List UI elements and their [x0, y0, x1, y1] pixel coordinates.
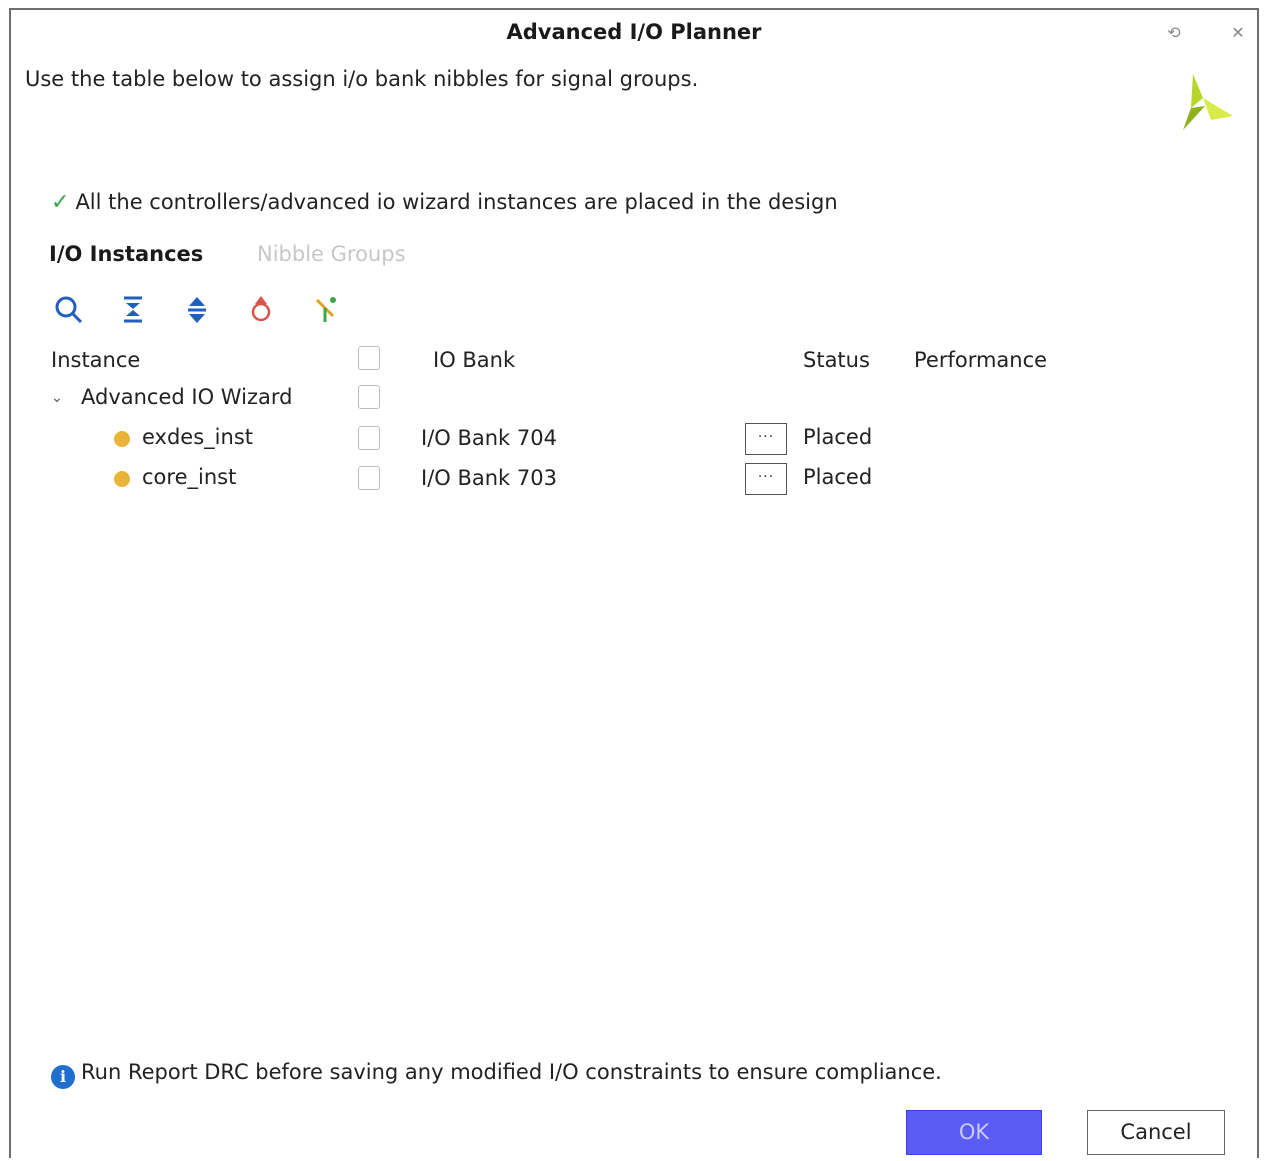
close-icon[interactable]: ✕	[1225, 20, 1251, 46]
chevron-down-icon[interactable]: ⌄	[51, 390, 63, 406]
auto-place-button[interactable]	[243, 292, 279, 328]
auto-place-icon	[251, 296, 271, 322]
row-checkbox[interactable]	[358, 466, 380, 490]
ok-button[interactable]: OK	[906, 1110, 1042, 1155]
expand-all-button[interactable]	[179, 292, 215, 328]
placement-status-text: All the controllers/advanced io wizard i…	[75, 190, 838, 214]
instance-name: exdes_inst	[142, 425, 253, 449]
drc-info-message: i Run Report DRC before saving any modifi…	[51, 1060, 942, 1089]
column-header-io-bank[interactable]: IO Bank	[433, 348, 515, 372]
io-bank-value: I/O Bank 704	[421, 426, 557, 450]
unplace-icon	[315, 297, 336, 322]
expand-all-icon	[188, 297, 206, 323]
xilinx-logo-icon	[1183, 74, 1233, 130]
dialog-subtitle: Use the table below to assign i/o bank n…	[25, 67, 699, 91]
advanced-io-planner-dialog: Advanced I/O Planner ⟲ ✕ Use the table b…	[9, 8, 1259, 1158]
collapse-all-button[interactable]	[115, 292, 151, 328]
row-checkbox[interactable]	[358, 426, 380, 450]
drc-info-text: Run Report DRC before saving any modifie…	[81, 1060, 942, 1084]
collapse-all-icon	[124, 296, 142, 323]
tab-nibble-groups[interactable]: Nibble Groups	[257, 242, 406, 266]
select-all-checkbox[interactable]	[358, 346, 380, 370]
bank-select-button[interactable]: ···	[745, 423, 787, 455]
bank-select-button[interactable]: ···	[745, 463, 787, 495]
placement-status-message: ✓ All the controllers/advanced io wizard …	[51, 190, 838, 215]
cancel-button[interactable]: Cancel	[1087, 1110, 1225, 1155]
group-checkbox[interactable]	[358, 385, 380, 409]
io-bank-value: I/O Bank 703	[421, 466, 557, 490]
status-value: Placed	[803, 465, 873, 489]
unplace-button[interactable]	[307, 292, 343, 328]
tab-io-instances[interactable]: I/O Instances	[49, 242, 203, 266]
column-header-instance[interactable]: Instance	[51, 348, 140, 372]
search-icon	[55, 296, 83, 324]
dialog-title: Advanced I/O Planner	[506, 20, 762, 44]
status-dot-icon	[114, 431, 130, 447]
restore-icon[interactable]: ⟲	[1161, 20, 1187, 46]
status-value: Placed	[803, 425, 873, 449]
status-dot-icon	[114, 471, 130, 487]
search-button[interactable]	[51, 292, 87, 328]
info-icon: i	[51, 1065, 75, 1089]
instance-name: core_inst	[142, 465, 237, 489]
column-header-status[interactable]: Status	[803, 348, 870, 372]
column-header-performance[interactable]: Performance	[914, 348, 1047, 372]
group-label[interactable]: Advanced IO Wizard	[81, 385, 292, 409]
check-icon: ✓	[51, 190, 70, 215]
